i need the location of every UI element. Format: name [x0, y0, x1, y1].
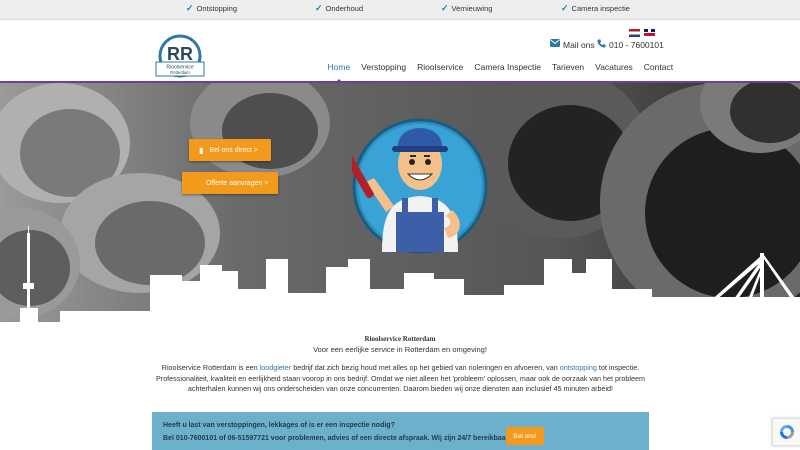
mobile-icon: ▮: [199, 145, 204, 155]
usp-label: Onderhoud: [325, 4, 364, 13]
recaptcha-icon: [779, 425, 794, 439]
logo-line2: Rotterdam: [170, 70, 190, 75]
usp-label: Ontstopping: [196, 4, 237, 13]
nav-item-contact[interactable]: Contact: [638, 62, 678, 72]
usp-item-vernieuwing: ✓ Vernieuwing: [441, 3, 493, 14]
intro-text: Rioolservice Rotterdam is een: [161, 363, 260, 372]
ontstopping-link[interactable]: ontstopping: [560, 363, 597, 372]
recaptcha-badge[interactable]: [772, 418, 800, 446]
envelope-icon: [550, 39, 560, 50]
usp-item-camera-inspectie: ✓ Camera inspectie: [561, 3, 630, 14]
nav-item-home[interactable]: Home: [322, 62, 356, 83]
phone-link[interactable]: 010 - 7600101: [597, 39, 664, 51]
loodgieter-link[interactable]: loodgieter: [260, 363, 292, 372]
mail-label: Mail ons: [563, 39, 595, 50]
usp-bar: ✓ Ontstopping ✓ Onderhoud ✓ Vernieuwing …: [0, 0, 800, 20]
callout-line2: Bel 010-7600101 of 06-51597721 voor prob…: [163, 435, 511, 442]
main-nav: Home Verstopping Rioolservice Camera Ins…: [322, 62, 679, 83]
call-now-button[interactable]: ▮ Bel ons direct >: [189, 139, 271, 161]
call-now-label: Bel ons direct >: [209, 146, 258, 154]
usp-item-onderhoud: ✓ Onderhoud: [315, 3, 364, 14]
check-icon: ✓: [315, 3, 323, 13]
language-switcher: [629, 29, 655, 37]
content-subtitle: Voor een eerlijke service in Rotterdam e…: [313, 345, 487, 354]
call-us-button[interactable]: Bel ons!: [506, 427, 544, 445]
callout-line1: Heeft u last van verstoppingen, lekkages…: [163, 422, 395, 429]
nav-item-verstopping[interactable]: Verstopping: [356, 62, 412, 72]
plumber-mascot-image: [322, 102, 488, 254]
logo-monogram: RR: [167, 44, 193, 64]
contact-callout: Heeft u last van verstoppingen, lekkages…: [152, 412, 649, 450]
check-icon: ✓: [561, 3, 569, 13]
phone-label: 010 - 7600101: [609, 40, 664, 50]
check-icon: ✓: [186, 3, 194, 13]
request-quote-button[interactable]: Offerte aanvragen >: [182, 172, 278, 194]
mail-link[interactable]: Mail ons: [550, 39, 595, 50]
flag-nl-icon[interactable]: [629, 29, 640, 37]
site-logo[interactable]: RR Rioolservice Rotterdam: [152, 32, 208, 78]
usp-label: Camera inspectie: [571, 4, 630, 13]
hero-banner: ▮ Bel ons direct > Offerte aanvragen >: [0, 83, 800, 322]
nav-item-rioolservice[interactable]: Rioolservice: [412, 62, 469, 72]
flag-en-icon[interactable]: [644, 29, 655, 37]
phone-icon: [597, 39, 606, 51]
nav-item-tarieven[interactable]: Tarieven: [547, 62, 590, 72]
nav-item-camera-inspectie[interactable]: Camera Inspectie: [469, 62, 547, 72]
check-icon: ✓: [441, 3, 449, 13]
request-quote-label: Offerte aanvragen >: [206, 179, 269, 187]
usp-item-ontstopping: ✓ Ontstopping: [186, 3, 237, 14]
content-title: Rioolservice Rotterdam: [364, 335, 436, 343]
usp-label: Vernieuwing: [451, 4, 493, 13]
intro-text: bedrijf dat zich bezig houd met alles op…: [291, 363, 560, 372]
nav-item-vacatures[interactable]: Vacatures: [590, 62, 639, 72]
intro-paragraph: Rioolservice Rotterdam is een loodgieter…: [152, 363, 649, 395]
